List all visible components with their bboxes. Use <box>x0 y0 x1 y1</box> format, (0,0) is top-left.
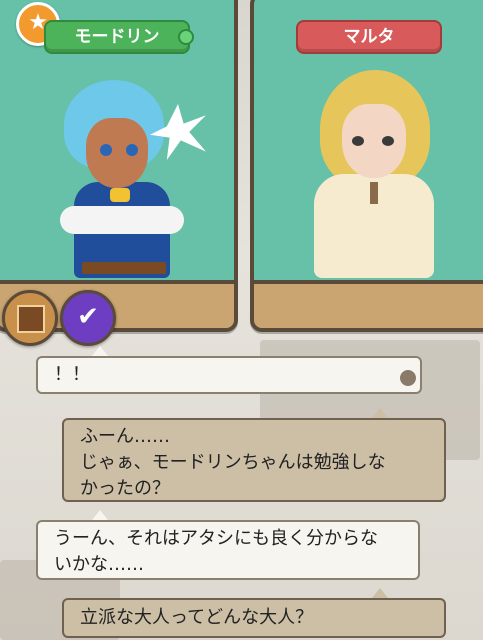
nameplate-left: モードリン <box>44 20 190 54</box>
dialogue-line: かったの？ <box>80 478 170 499</box>
nameplate-right: マルタ <box>296 20 442 54</box>
marta-eye <box>352 136 364 146</box>
marta-eye <box>382 136 394 146</box>
dialogue-line: ふーん…… <box>80 426 170 447</box>
dialogue-bubble-player[interactable]: ！！ <box>36 356 422 394</box>
marta-lace <box>370 182 378 204</box>
dialogue-text: ！！ <box>54 364 90 385</box>
modred-face <box>86 118 148 188</box>
dialogue-bubble-npc[interactable]: 立派な大人ってどんな大人？ <box>62 598 446 638</box>
dialogue-bubble-player[interactable]: うーん、それはアタシにも良く分からな いかな…… <box>36 520 420 580</box>
checkmark-icon[interactable]: ✔ <box>60 290 116 346</box>
modred-collar <box>60 206 184 234</box>
portrait-floor <box>254 280 483 328</box>
dialogue-line: いかな…… <box>54 554 144 575</box>
nameplate-pin <box>178 29 194 45</box>
dialogue-line: うーん、それはアタシにも良く分からな <box>54 528 378 549</box>
bubble-tail <box>372 408 388 418</box>
dialogue-bubble-npc[interactable]: ふーん…… じゃぁ、モードリンちゃんは勉強しな かったの？ <box>62 418 446 502</box>
dialogue-line: じゃぁ、モードリンちゃんは勉強しな <box>80 452 386 473</box>
bubble-tail <box>372 588 388 598</box>
modred-belt <box>82 262 166 274</box>
bubble-tail <box>92 346 108 356</box>
modred-eye <box>126 144 138 156</box>
scroll-pin-icon <box>398 368 418 388</box>
modred-eye <box>100 144 112 156</box>
dialogue-text: 立派な大人ってどんな大人？ <box>80 607 314 628</box>
modred-bow <box>110 188 130 202</box>
bubble-tail <box>92 510 108 520</box>
bookshelf-icon[interactable] <box>2 290 58 346</box>
